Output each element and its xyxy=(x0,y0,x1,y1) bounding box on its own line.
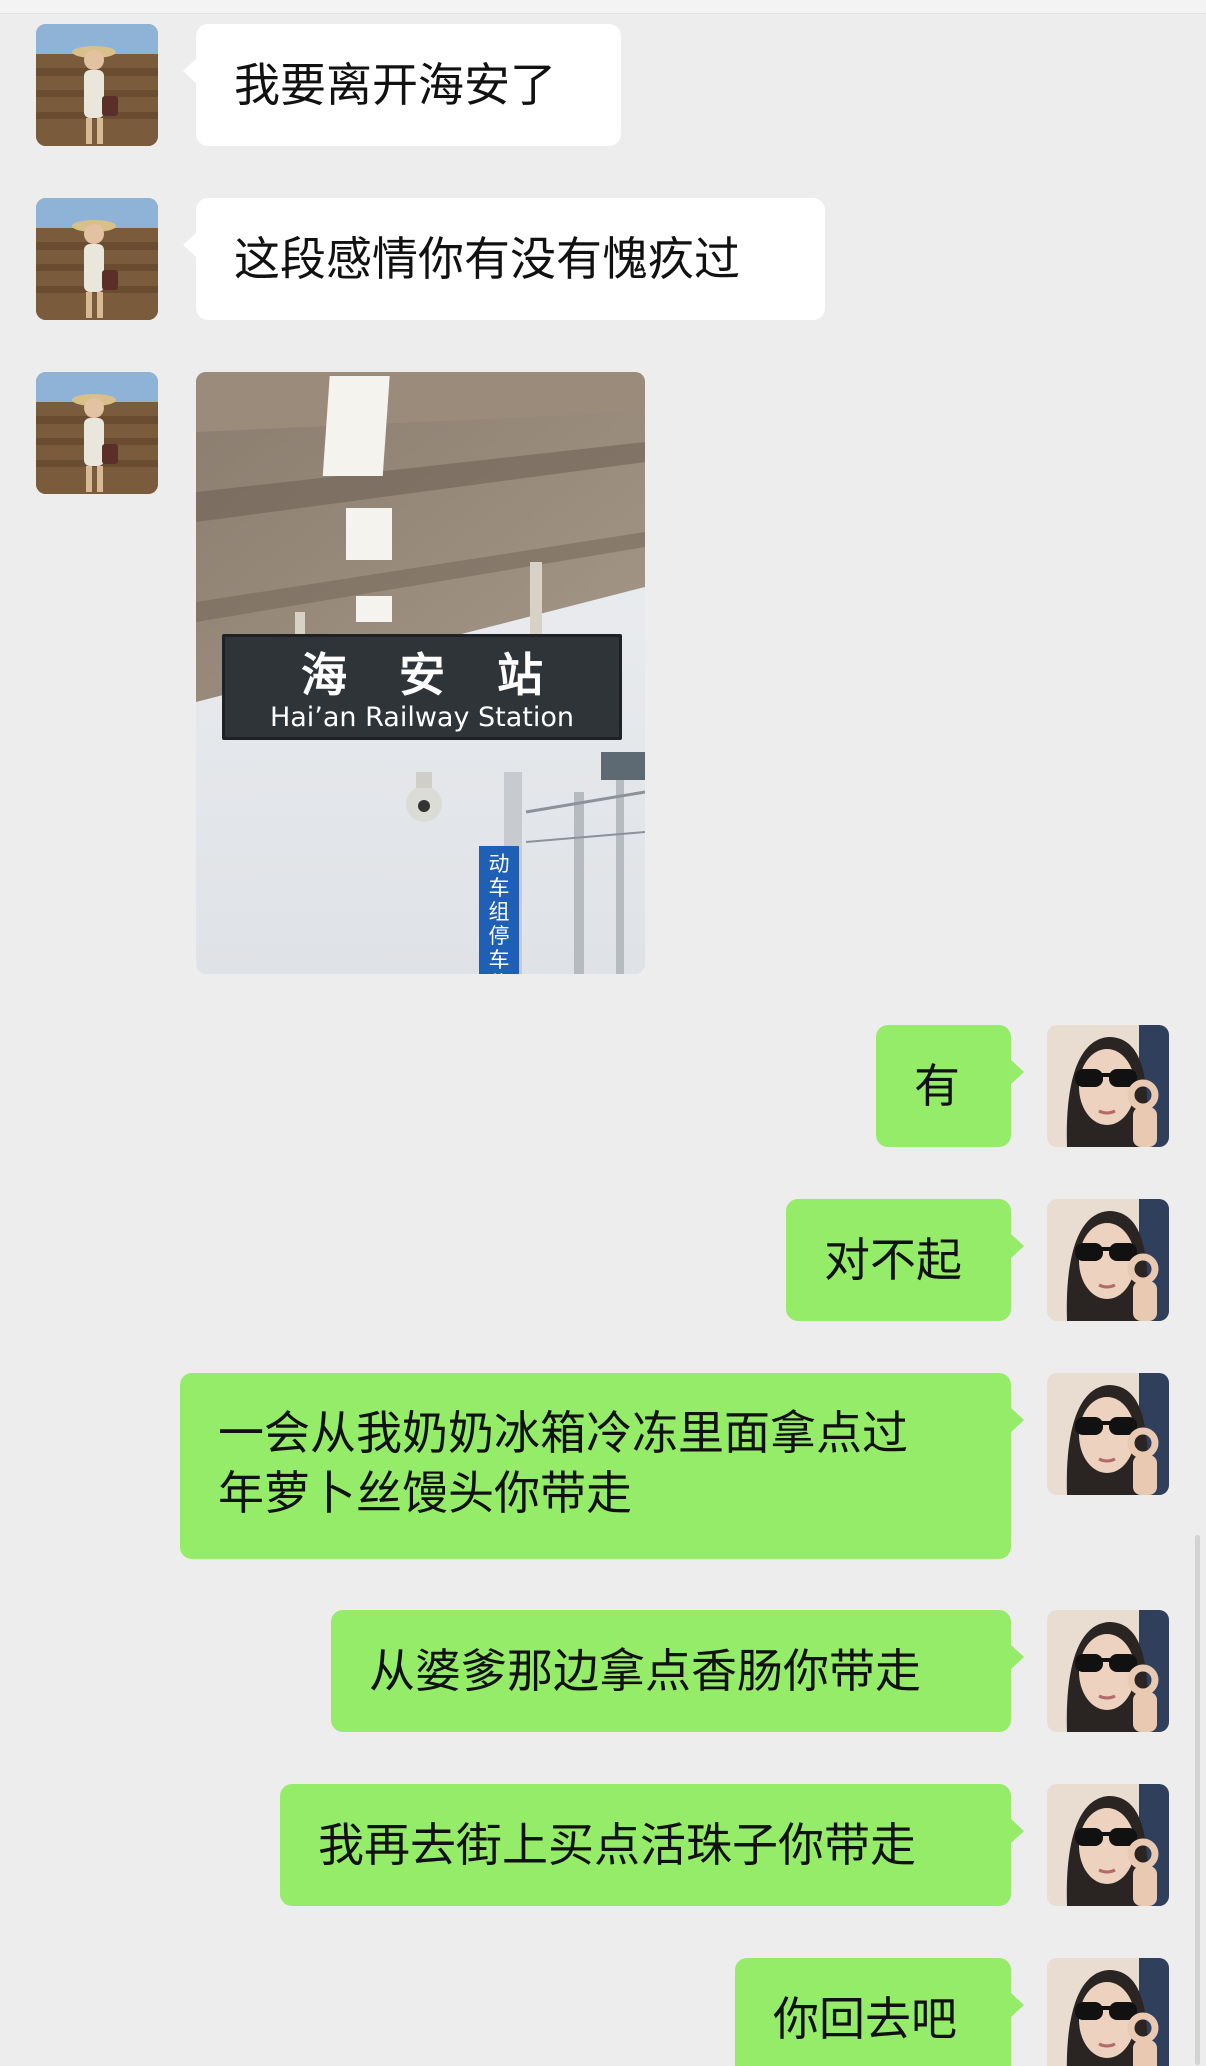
outgoing-message-bubble[interactable]: 我再去街上买点活珠子你带走 xyxy=(280,1784,1024,1906)
bubble-tail xyxy=(1010,1059,1024,1085)
outgoing-message-bubble[interactable]: 从婆爹那边拿点香肠你带走 xyxy=(331,1610,1024,1732)
bubble-tail xyxy=(1010,1644,1024,1670)
bubble-tail xyxy=(183,232,197,258)
bubble-tail xyxy=(1010,1233,1024,1259)
image-message[interactable]: 海 安 站 Hai’an Railway Station 动车组停车位 xyxy=(196,372,645,974)
my-avatar-image xyxy=(1047,1373,1169,1495)
message-text: 有 xyxy=(914,1059,960,1113)
outgoing-message-bubble[interactable]: 你回去吧 xyxy=(735,1958,1024,2066)
bubble-tail xyxy=(1010,1992,1024,2018)
my-avatar[interactable] xyxy=(1047,1199,1169,1321)
outgoing-message-bubble[interactable]: 一会从我奶奶冰箱冷冻里面拿点过 年萝卜丝馒头你带走 xyxy=(180,1373,1024,1559)
top-edge xyxy=(0,0,1206,14)
bubble-tail xyxy=(183,58,197,84)
message-text: 你回去吧 xyxy=(773,1992,957,2046)
station-name-en: Hai’an Railway Station xyxy=(269,702,575,733)
my-avatar-image xyxy=(1047,1025,1169,1147)
incoming-message-bubble[interactable]: 这段感情你有没有愧疚过 xyxy=(183,198,825,320)
my-avatar[interactable] xyxy=(1047,1958,1169,2066)
my-avatar[interactable] xyxy=(1047,1784,1169,1906)
contact-avatar-image xyxy=(36,372,158,494)
outgoing-message-bubble[interactable]: 对不起 xyxy=(786,1199,1024,1321)
contact-avatar-image xyxy=(36,24,158,146)
scrollbar[interactable] xyxy=(1195,1535,1200,2065)
my-avatar[interactable] xyxy=(1047,1610,1169,1732)
message-text: 对不起 xyxy=(824,1233,962,1287)
outgoing-message-bubble[interactable]: 有 xyxy=(876,1025,1024,1147)
message-text: 这段感情你有没有愧疚过 xyxy=(234,232,740,286)
my-avatar-image xyxy=(1047,1958,1169,2066)
my-avatar-image xyxy=(1047,1610,1169,1732)
message-line: 年萝卜丝馒头你带走 xyxy=(218,1466,632,1520)
my-avatar[interactable] xyxy=(1047,1025,1169,1147)
platform-sign: 动车组停车位 xyxy=(479,846,519,974)
incoming-message-bubble[interactable]: 我要离开海安了 xyxy=(183,24,621,146)
station-name-zh: 海 安 站 xyxy=(300,648,562,702)
contact-avatar[interactable] xyxy=(36,24,158,146)
message-text: 从婆爹那边拿点香肠你带走 xyxy=(369,1644,921,1698)
message-text: 我再去街上买点活珠子你带走 xyxy=(318,1818,916,1872)
contact-avatar[interactable] xyxy=(36,198,158,320)
message-text: 我要离开海安了 xyxy=(234,58,556,112)
bubble-tail xyxy=(1010,1818,1024,1844)
bubble-tail xyxy=(1010,1407,1024,1433)
my-avatar-image xyxy=(1047,1199,1169,1321)
station-sign: 海 安 站 Hai’an Railway Station xyxy=(222,634,622,740)
my-avatar-image xyxy=(1047,1784,1169,1906)
contact-avatar[interactable] xyxy=(36,372,158,494)
contact-avatar-image xyxy=(36,198,158,320)
my-avatar[interactable] xyxy=(1047,1373,1169,1495)
message-line: 一会从我奶奶冰箱冷冻里面拿点过 xyxy=(218,1406,908,1460)
